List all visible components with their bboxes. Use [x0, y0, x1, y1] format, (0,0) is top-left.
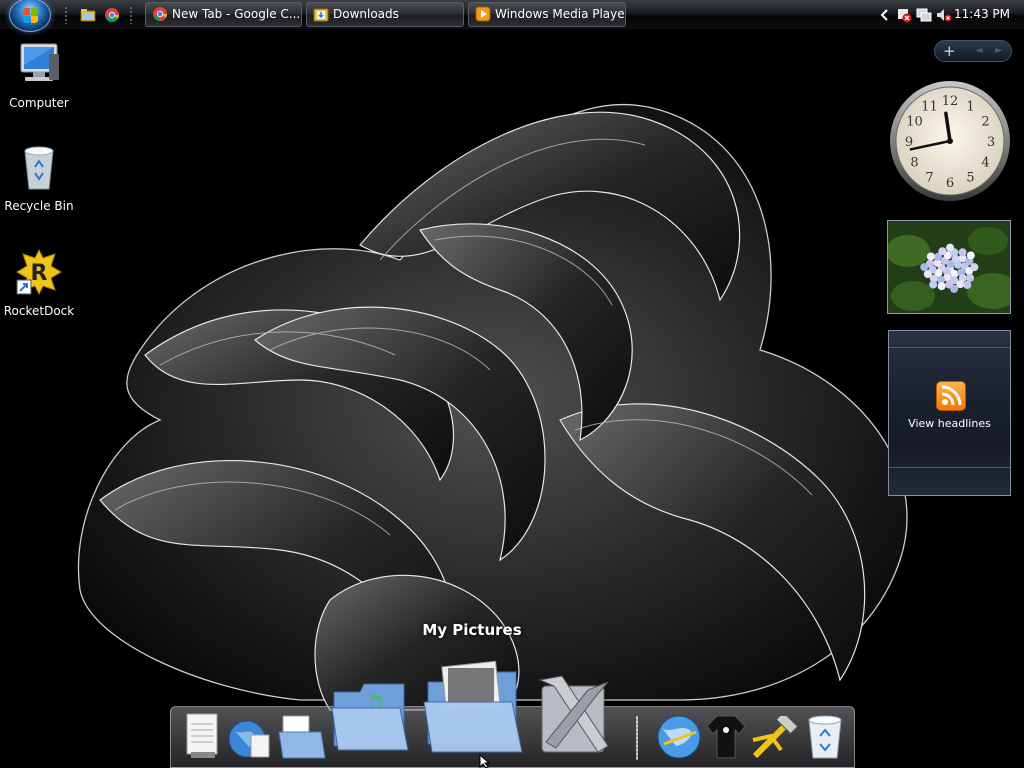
clock-numeral: 4	[981, 156, 989, 171]
security-alert-icon[interactable]	[896, 7, 912, 23]
hydrangea-petal	[946, 243, 954, 252]
tshirt-icon[interactable]	[705, 714, 747, 760]
hydrangea-petal	[966, 251, 975, 260]
start-button[interactable]	[9, 0, 51, 32]
window-title: Downloads	[333, 7, 399, 21]
desktop-icon-label: RocketDock	[3, 304, 75, 318]
next-page-button[interactable]: ►	[995, 45, 1003, 56]
window-title: Windows Media Player	[495, 7, 626, 21]
clock-numeral: 5	[966, 171, 974, 186]
dock-hover-label: My Pictures	[422, 621, 522, 639]
hydrangea-petal	[929, 280, 938, 289]
desktop-icon-label: Computer	[9, 96, 69, 110]
hydrangea-petal	[937, 282, 946, 291]
taskbar-window-media-player[interactable]: Windows Media Player	[468, 2, 626, 27]
pictures-folder-icon[interactable]	[422, 660, 526, 756]
desktop-icon-recycle-bin[interactable]: Recycle Bin	[1, 143, 77, 213]
hydrangea-petal	[950, 284, 959, 293]
rocketdock-icon: R	[16, 248, 62, 296]
music-folder-icon[interactable]: ♫	[330, 676, 410, 754]
dock-separator	[636, 716, 638, 760]
clock-numeral: 8	[910, 156, 918, 171]
taskbar-window-chrome[interactable]: New Tab - Google C...	[145, 2, 302, 27]
hydrangea-petal	[970, 263, 979, 272]
hydrangea-petal	[966, 273, 975, 282]
clock-numeral: 7	[925, 171, 933, 186]
explorer-folder-icon[interactable]	[80, 7, 96, 23]
clock-numeral: 3	[987, 135, 995, 150]
hydrangea-petal	[923, 270, 932, 279]
expand-tray-arrow-icon[interactable]	[877, 7, 893, 23]
svg-text:R: R	[31, 261, 48, 286]
clock-numeral: 1	[966, 99, 974, 114]
documents-folder-icon[interactable]	[277, 714, 327, 760]
hydrangea-petal	[958, 248, 967, 257]
toolbar-grip[interactable]	[129, 6, 133, 24]
recycle-bin-icon	[24, 146, 54, 190]
taskbar-clock[interactable]: 11:43 PM	[954, 7, 1010, 21]
wallpaper	[0, 0, 1024, 768]
taskbar: New Tab - Google C... Downloads Windows …	[0, 0, 1024, 32]
web-document-icon[interactable]	[227, 715, 273, 761]
hydrangea-petal	[938, 247, 947, 256]
add-gadget-button[interactable]: +	[943, 42, 956, 60]
desktop-icon-computer[interactable]: Computer	[1, 40, 77, 110]
notepad-icon[interactable]	[183, 712, 223, 760]
clock-numeral: 12	[942, 94, 959, 109]
hydrangea-petal	[926, 252, 935, 261]
recycle-bin-icon[interactable]	[805, 712, 845, 760]
media-player-icon	[475, 6, 491, 22]
slideshow-gadget[interactable]	[887, 220, 1011, 314]
desktop-icon-rocketdock[interactable]: R RocketDock	[1, 248, 77, 318]
previous-page-button[interactable]: ◄	[975, 45, 983, 56]
clock-gadget[interactable]: 12 12 3 45678 9 1011	[888, 79, 1012, 203]
clock-numeral: 10	[906, 115, 923, 130]
taskbar-window-downloads[interactable]: Downloads	[306, 2, 464, 27]
clock-numeral: 6	[946, 176, 954, 191]
computer-icon	[20, 43, 59, 81]
chrome-icon	[153, 7, 168, 22]
hammer-icon[interactable]	[751, 716, 801, 760]
gadget-sidebar-controls: + ◄ ►	[934, 40, 1012, 62]
desktop-icon-label: Recycle Bin	[4, 199, 74, 213]
toolbar-grip[interactable]	[64, 6, 68, 24]
hydrangea-photo	[888, 221, 1010, 313]
hydrangea-petal	[963, 281, 972, 290]
folder-icon	[313, 8, 329, 22]
feed-headlines-gadget[interactable]: View headlines	[888, 330, 1011, 496]
clock-numeral: 2	[981, 115, 989, 130]
hydrangea-petal	[920, 263, 929, 272]
clock-numeral: 11	[921, 99, 938, 114]
volume-muted-icon[interactable]	[936, 7, 952, 23]
chrome-icon[interactable]	[104, 7, 120, 23]
network-icon[interactable]	[916, 7, 932, 23]
windows-logo-icon	[23, 8, 39, 23]
clock-numeral: 9	[905, 135, 913, 150]
mouse-cursor-icon	[479, 754, 491, 768]
window-title: New Tab - Google C...	[172, 7, 301, 21]
globe-icon[interactable]	[656, 714, 702, 760]
rss-icon	[936, 381, 966, 411]
view-headlines-label[interactable]: View headlines	[889, 417, 1010, 430]
tools-icon[interactable]	[532, 672, 616, 758]
